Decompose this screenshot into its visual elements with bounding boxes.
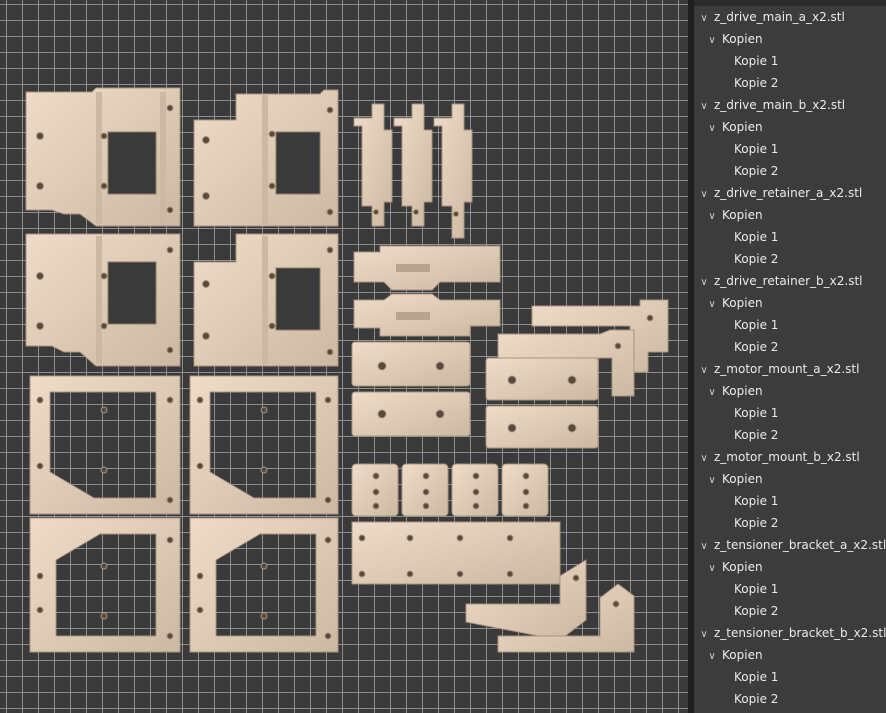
copies-group-label: Kopien [722, 32, 763, 46]
z-drive-main-b-copy-2[interactable] [193, 233, 339, 367]
copies-group-label: Kopien [722, 472, 763, 486]
copy-item[interactable]: Kopie 2 [694, 424, 886, 446]
copy-item[interactable]: Kopie 2 [694, 600, 886, 622]
chevron-down-icon[interactable]: ∨ [706, 206, 718, 228]
chevron-down-icon[interactable]: ∨ [706, 118, 718, 140]
copies-group[interactable]: ∨ Kopien [694, 380, 886, 402]
copies-group-label: Kopien [722, 296, 763, 310]
copy-item[interactable]: Kopie 1 [694, 490, 886, 512]
object-item[interactable]: ∨ z_drive_retainer_b_x2.stl [694, 270, 886, 292]
z-drive-small-blocks[interactable] [351, 463, 561, 585]
object-item[interactable]: ∨ z_motor_mount_a_x2.stl [694, 358, 886, 380]
object-item-label: z_tensioner_bracket_b_x2.stl [714, 626, 886, 640]
copy-item-label: Kopie 1 [734, 142, 779, 156]
z-motor-mount-b-copy-1[interactable] [29, 517, 181, 653]
copies-group-label: Kopien [722, 120, 763, 134]
object-item[interactable]: ∨ z_tensioner_bracket_b_x2.stl [694, 622, 886, 644]
object-item[interactable]: ∨ z_drive_main_a_x2.stl [694, 6, 886, 28]
copies-group[interactable]: ∨ Kopien [694, 28, 886, 50]
copy-item-label: Kopie 2 [734, 164, 779, 178]
copies-group[interactable]: ∨ Kopien [694, 468, 886, 490]
chevron-down-icon[interactable]: ∨ [698, 624, 710, 646]
object-item-label: z_motor_mount_b_x2.stl [714, 450, 860, 464]
copy-item[interactable]: Kopie 1 [694, 578, 886, 600]
copy-item[interactable]: Kopie 1 [694, 50, 886, 72]
object-item[interactable]: ∨ z_drive_retainer_a_x2.stl [694, 182, 886, 204]
copies-group-label: Kopien [722, 560, 763, 574]
chevron-down-icon[interactable]: ∨ [706, 470, 718, 492]
copy-item[interactable]: Kopie 1 [694, 138, 886, 160]
copies-group-label: Kopien [722, 648, 763, 662]
copy-item-label: Kopie 2 [734, 428, 779, 442]
copies-group-label: Kopien [722, 384, 763, 398]
chevron-down-icon[interactable]: ∨ [706, 558, 718, 580]
z-motor-mount-a-copy-2[interactable] [189, 375, 339, 515]
copy-item[interactable]: Kopie 2 [694, 160, 886, 182]
copy-item[interactable]: Kopie 2 [694, 512, 886, 534]
copies-group[interactable]: ∨ Kopien [694, 204, 886, 226]
copy-item-label: Kopie 2 [734, 516, 779, 530]
object-item-label: z_tensioner_bracket_a_x2.stl [714, 538, 886, 552]
copy-item[interactable]: Kopie 1 [694, 226, 886, 248]
copies-group[interactable]: ∨ Kopien [694, 644, 886, 666]
chevron-down-icon[interactable]: ∨ [706, 294, 718, 316]
copy-item[interactable]: Kopie 1 [694, 666, 886, 688]
copy-item-label: Kopie 1 [734, 406, 779, 420]
copy-item[interactable]: Kopie 1 [694, 402, 886, 424]
build-plate-viewport[interactable] [0, 0, 688, 713]
copies-group-label: Kopien [722, 208, 763, 222]
copy-item-label: Kopie 2 [734, 76, 779, 90]
z-drive-main-b-copy-1[interactable] [25, 233, 181, 367]
object-list-panel: ∨ z_drive_main_a_x2.stl ∨ Kopien Kopie 1 Kopi… [694, 0, 886, 713]
copy-item-label: Kopie 2 [734, 340, 779, 354]
object-tree: ∨ z_drive_main_a_x2.stl ∨ Kopien Kopie 1 Kopi… [694, 6, 886, 710]
z-motor-mount-b-copy-2[interactable] [189, 517, 339, 653]
copy-item[interactable]: Kopie 2 [694, 688, 886, 710]
copy-item[interactable]: Kopie 2 [694, 248, 886, 270]
z-drive-retainer-vertical-parts[interactable] [353, 103, 473, 239]
chevron-down-icon[interactable]: ∨ [698, 272, 710, 294]
copy-item-label: Kopie 1 [734, 230, 779, 244]
object-item-label: z_drive_main_b_x2.stl [714, 98, 846, 112]
object-item[interactable]: ∨ z_tensioner_bracket_a_x2.stl [694, 534, 886, 556]
object-item-label: z_drive_retainer_b_x2.stl [714, 274, 863, 288]
object-item[interactable]: ∨ z_drive_main_b_x2.stl [694, 94, 886, 116]
object-item-label: z_motor_mount_a_x2.stl [714, 362, 860, 376]
chevron-down-icon[interactable]: ∨ [698, 8, 710, 30]
object-item[interactable]: ∨ z_motor_mount_b_x2.stl [694, 446, 886, 468]
copy-item-label: Kopie 1 [734, 582, 779, 596]
object-item-label: z_drive_retainer_a_x2.stl [714, 186, 863, 200]
chevron-down-icon[interactable]: ∨ [698, 184, 710, 206]
parts-render [25, 87, 669, 653]
object-item-label: z_drive_main_a_x2.stl [714, 10, 845, 24]
chevron-down-icon[interactable]: ∨ [698, 536, 710, 558]
z-drive-main-a-copy-2[interactable] [193, 89, 339, 227]
copy-item-label: Kopie 1 [734, 670, 779, 684]
z-drive-retainer-horizontal-parts[interactable] [353, 245, 501, 337]
copy-item-label: Kopie 2 [734, 252, 779, 266]
copy-item[interactable]: Kopie 1 [694, 314, 886, 336]
chevron-down-icon[interactable]: ∨ [698, 360, 710, 382]
copies-group[interactable]: ∨ Kopien [694, 556, 886, 578]
chevron-down-icon[interactable]: ∨ [698, 448, 710, 470]
copies-group[interactable]: ∨ Kopien [694, 116, 886, 138]
chevron-down-icon[interactable]: ∨ [706, 30, 718, 52]
copy-item-label: Kopie 1 [734, 54, 779, 68]
chevron-down-icon[interactable]: ∨ [706, 646, 718, 668]
chevron-down-icon[interactable]: ∨ [706, 382, 718, 404]
z-motor-mount-a-copy-1[interactable] [29, 375, 181, 515]
copy-item[interactable]: Kopie 2 [694, 336, 886, 358]
copies-group[interactable]: ∨ Kopien [694, 292, 886, 314]
z-drive-main-a-copy-1[interactable] [25, 87, 181, 227]
copy-item-label: Kopie 2 [734, 604, 779, 618]
copy-item-label: Kopie 1 [734, 494, 779, 508]
copy-item-label: Kopie 2 [734, 692, 779, 706]
copy-item[interactable]: Kopie 2 [694, 72, 886, 94]
chevron-down-icon[interactable]: ∨ [698, 96, 710, 118]
copy-item-label: Kopie 1 [734, 318, 779, 332]
